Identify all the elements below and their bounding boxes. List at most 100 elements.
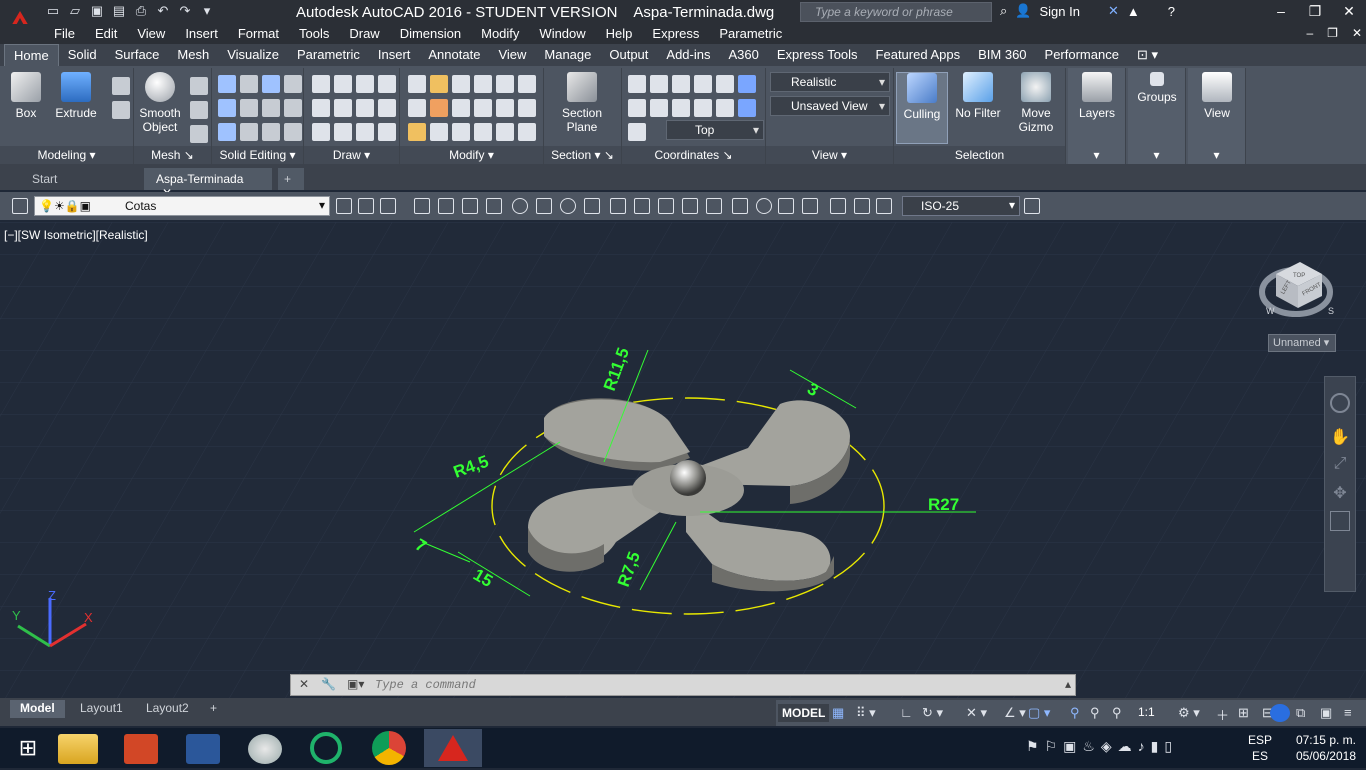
culling-button[interactable]: Culling — [896, 72, 948, 144]
tab-performance[interactable]: Performance — [1036, 44, 1128, 66]
angular-icon[interactable] — [584, 198, 600, 214]
copy-icon[interactable] — [408, 75, 426, 93]
paint-icon[interactable] — [248, 734, 282, 764]
extrude-button[interactable]: Extrude — [50, 72, 102, 120]
menu-modify[interactable]: Modify — [471, 26, 529, 42]
grid-icon[interactable]: ▦ — [832, 705, 844, 721]
ucs-zaxis-icon[interactable] — [694, 99, 712, 117]
ucs-x-icon[interactable] — [672, 75, 690, 93]
circle-icon[interactable] — [356, 99, 374, 117]
viewcube-top[interactable]: TOP — [1293, 273, 1305, 279]
extract-edges-icon[interactable] — [262, 75, 280, 93]
view-button[interactable]: View — [1191, 72, 1243, 120]
intersect-icon[interactable] — [218, 123, 236, 141]
groups-button[interactable]: Groups — [1131, 72, 1183, 104]
annotation-visibility-icon[interactable]: ⚲ — [1070, 705, 1080, 721]
panel-view-right[interactable]: View ▾ — [1188, 68, 1246, 164]
tab-mesh[interactable]: Mesh — [168, 44, 218, 66]
ordinate-icon[interactable] — [486, 198, 502, 214]
ucs-menu[interactable]: Unnamed ▾ — [1268, 334, 1336, 352]
menu-draw[interactable]: Draw — [339, 26, 389, 42]
tab-express-tools[interactable]: Express Tools — [768, 44, 867, 66]
ellipse-icon[interactable] — [356, 123, 374, 141]
tab-output[interactable]: Output — [600, 44, 657, 66]
osnap-icon[interactable]: ✕ ▾ — [966, 705, 987, 721]
autodesk-icon[interactable]: ▲ — [1127, 4, 1140, 19]
file-tab-aspa[interactable]: Aspa-Terminada ✕ — [144, 168, 272, 200]
aligned-dim-icon[interactable] — [438, 198, 454, 214]
scale-icon[interactable] — [408, 123, 426, 141]
line-icon[interactable] — [334, 99, 352, 117]
section-plane-button[interactable]: Section Plane — [556, 72, 608, 134]
layer-previous-icon[interactable] — [380, 198, 396, 214]
steering-wheel-icon[interactable] — [1330, 393, 1350, 413]
drawing-viewport[interactable]: R11,5 R4,5 R27 R7,5 15 7 3 Z Y X TOP LEF… — [0, 222, 1366, 698]
menu-file[interactable]: File — [44, 26, 85, 42]
dim-style-dropdown[interactable]: ISO-25 ▾ — [902, 196, 1020, 216]
tab-view[interactable]: View — [489, 44, 535, 66]
faces-dd-icon[interactable] — [284, 99, 302, 117]
trim-icon[interactable] — [496, 75, 514, 93]
menu-insert[interactable]: Insert — [175, 26, 228, 42]
new-tab-button[interactable]: + — [278, 168, 304, 190]
jogged-icon[interactable] — [536, 198, 552, 214]
fillet-icon[interactable] — [452, 99, 470, 117]
ucs-apply-icon[interactable] — [738, 99, 756, 117]
tab-model[interactable]: Model — [10, 700, 65, 718]
close-button[interactable]: ✕ — [1332, 0, 1366, 24]
menu-help[interactable]: Help — [596, 26, 643, 42]
panel-layers[interactable]: Layers ▾ — [1068, 68, 1126, 164]
explode-icon[interactable] — [430, 123, 448, 141]
panel-groups[interactable]: Groups ▾ — [1128, 68, 1186, 164]
visual-style-dropdown[interactable]: Realistic — [770, 72, 890, 92]
units-icon[interactable]: ⊞ — [1238, 705, 1249, 721]
helix-icon[interactable] — [334, 75, 352, 93]
dim-style-manager-icon[interactable] — [1024, 198, 1040, 214]
box-button[interactable]: Box — [0, 72, 52, 120]
solid-dd-icon[interactable] — [284, 75, 302, 93]
powerpoint-icon[interactable] — [124, 734, 158, 764]
make-current-icon[interactable] — [336, 198, 352, 214]
panel-title-view[interactable]: View ▾ — [766, 146, 893, 164]
mesh-tool-3-icon[interactable] — [190, 125, 208, 143]
offset-dd-icon[interactable] — [518, 99, 536, 117]
selection-cycling-icon[interactable]: ▢ ▾ — [1028, 705, 1050, 721]
center-mark-icon[interactable] — [756, 198, 772, 214]
view-expand-icon[interactable]: ▾ — [1188, 146, 1245, 164]
tab-bim360[interactable]: BIM 360 — [969, 44, 1035, 66]
no-filter-button[interactable]: No Filter — [948, 72, 1008, 120]
polysolid-icon[interactable] — [112, 101, 130, 119]
separate-icon[interactable] — [240, 75, 258, 93]
save-as-icon[interactable]: ▤ — [110, 2, 128, 20]
erase-icon[interactable] — [452, 123, 470, 141]
panel-title-section[interactable]: Section ▾ ↘ — [544, 146, 621, 164]
ucs-origin-icon[interactable] — [672, 99, 690, 117]
ucs-z-icon[interactable] — [716, 75, 734, 93]
arc-length-icon[interactable] — [462, 198, 478, 214]
linear-dim-icon[interactable] — [414, 198, 430, 214]
shell-icon[interactable] — [262, 123, 280, 141]
panel-title-mesh[interactable]: Mesh ↘ — [134, 146, 211, 164]
radius-icon[interactable] — [512, 198, 528, 214]
ellipse-dd-icon[interactable] — [378, 123, 396, 141]
presspull-icon[interactable] — [112, 77, 130, 95]
circle-dd-icon[interactable] — [378, 99, 396, 117]
dim-update-icon[interactable] — [876, 198, 892, 214]
dim-text-edit-icon[interactable] — [854, 198, 870, 214]
restore-button[interactable]: ❐ — [1298, 0, 1332, 24]
annotation-scale-icon[interactable]: ⚲ — [1112, 705, 1122, 721]
mirror-icon[interactable] — [430, 99, 448, 117]
menu-format[interactable]: Format — [228, 26, 289, 42]
subtract-icon[interactable] — [218, 99, 236, 117]
doc-close-button[interactable]: ✕ — [1352, 26, 1362, 40]
quick-dim-icon[interactable] — [610, 198, 626, 214]
slice-icon[interactable] — [240, 99, 258, 117]
tab-insert[interactable]: Insert — [369, 44, 420, 66]
ribbon-minimize-icon[interactable]: ⊡ ▾ — [1128, 44, 1167, 66]
command-history-icon[interactable]: ▴ — [1065, 677, 1071, 691]
tab-featured-apps[interactable]: Featured Apps — [867, 44, 970, 66]
dim-edit-icon[interactable] — [830, 198, 846, 214]
tab-annotate[interactable]: Annotate — [419, 44, 489, 66]
array-icon[interactable] — [474, 123, 492, 141]
file-explorer-icon[interactable] — [58, 734, 98, 764]
